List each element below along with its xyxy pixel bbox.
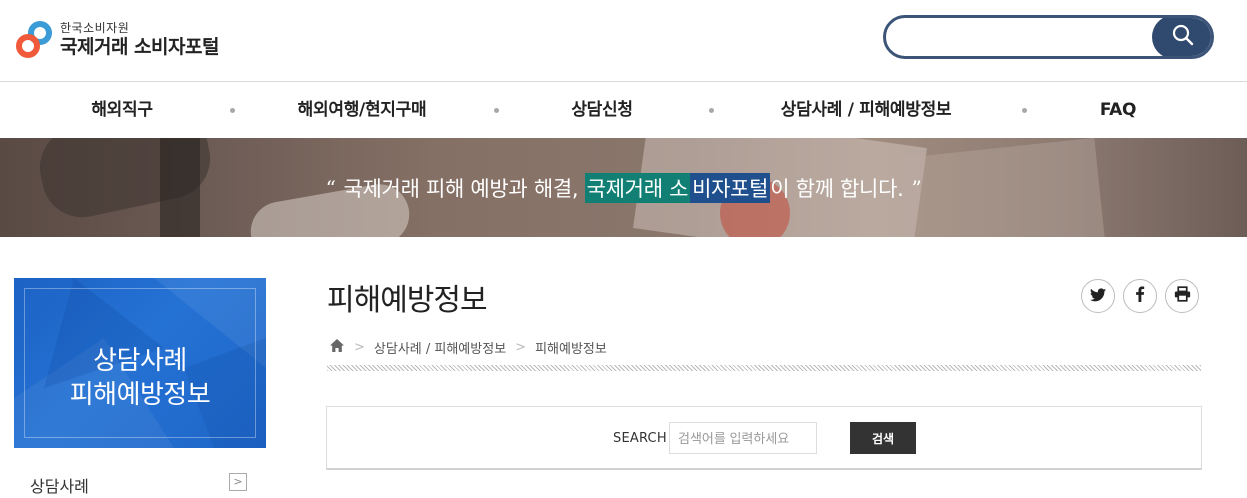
site-logo[interactable]: 한국소비자원 국제거래 소비자포털 xyxy=(16,20,219,60)
logo-mark-icon xyxy=(16,20,52,60)
twitter-icon xyxy=(1090,287,1106,306)
search-label: SEARCH xyxy=(613,431,667,446)
facebook-icon xyxy=(1135,286,1145,306)
breadcrumb-separator: > xyxy=(354,339,365,355)
share-twitter-button[interactable] xyxy=(1081,279,1115,313)
nav-separator xyxy=(230,108,235,113)
header-search-input[interactable] xyxy=(900,24,1150,50)
hero-banner: “ 국제거래 피해 예방과 해결, 국제거래 소 비자포털 이 함께 합니다. ” xyxy=(0,138,1247,237)
site-header: 한국소비자원 국제거래 소비자포털 xyxy=(0,0,1247,82)
sidebar-title: 상담사례 피해예방정보 xyxy=(69,346,211,410)
print-button[interactable] xyxy=(1165,279,1199,313)
sidebar-item-cases[interactable]: 상담사례 xyxy=(30,473,89,497)
org-name: 한국소비자원 xyxy=(60,21,130,35)
nav-separator xyxy=(709,108,714,113)
nav-item-consult-apply[interactable]: 상담신청 xyxy=(571,83,633,138)
nav-item-overseas-direct[interactable]: 해외직구 xyxy=(91,83,153,138)
sidebar-title-box: 상담사례 피해예방정보 xyxy=(14,278,266,448)
home-icon[interactable] xyxy=(329,338,345,357)
search-icon xyxy=(1172,24,1194,50)
main-nav: 해외직구 해외여행/현지구매 상담신청 상담사례 / 피해예방정보 FAQ xyxy=(0,83,1247,138)
banner-slogan: “ 국제거래 피해 예방과 해결, 국제거래 소 비자포털 이 함께 합니다. ” xyxy=(0,138,1247,237)
nav-separator xyxy=(494,108,499,113)
divider xyxy=(327,365,1201,371)
board-search-input[interactable] xyxy=(669,422,817,454)
breadcrumb-item-current[interactable]: 피해예방정보 xyxy=(535,338,607,357)
header-search xyxy=(883,15,1214,59)
banner-highlight: 국제거래 소 xyxy=(584,172,691,203)
banner-highlight: 비자포털 xyxy=(690,172,771,203)
page-title: 피해예방정보 xyxy=(327,283,488,318)
breadcrumb-separator: > xyxy=(515,339,527,355)
board-search-panel: SEARCH 검색 xyxy=(326,406,1202,470)
chevron-right-icon[interactable]: > xyxy=(229,473,247,491)
portal-name: 국제거래 소비자포털 xyxy=(60,36,219,58)
breadcrumb-item[interactable]: 상담사례 / 피해예방정보 xyxy=(374,338,506,357)
print-icon xyxy=(1174,286,1191,306)
header-search-button[interactable] xyxy=(1152,18,1211,56)
breadcrumb: > 상담사례 / 피해예방정보 > 피해예방정보 xyxy=(329,338,607,357)
share-facebook-button[interactable] xyxy=(1123,279,1157,313)
board-search-button[interactable]: 검색 xyxy=(850,422,916,454)
nav-item-faq[interactable]: FAQ xyxy=(1100,83,1137,138)
nav-separator xyxy=(1022,108,1027,113)
nav-item-overseas-travel[interactable]: 해외여행/현지구매 xyxy=(298,83,427,138)
nav-item-cases-prevention[interactable]: 상담사례 / 피해예방정보 xyxy=(781,83,952,138)
